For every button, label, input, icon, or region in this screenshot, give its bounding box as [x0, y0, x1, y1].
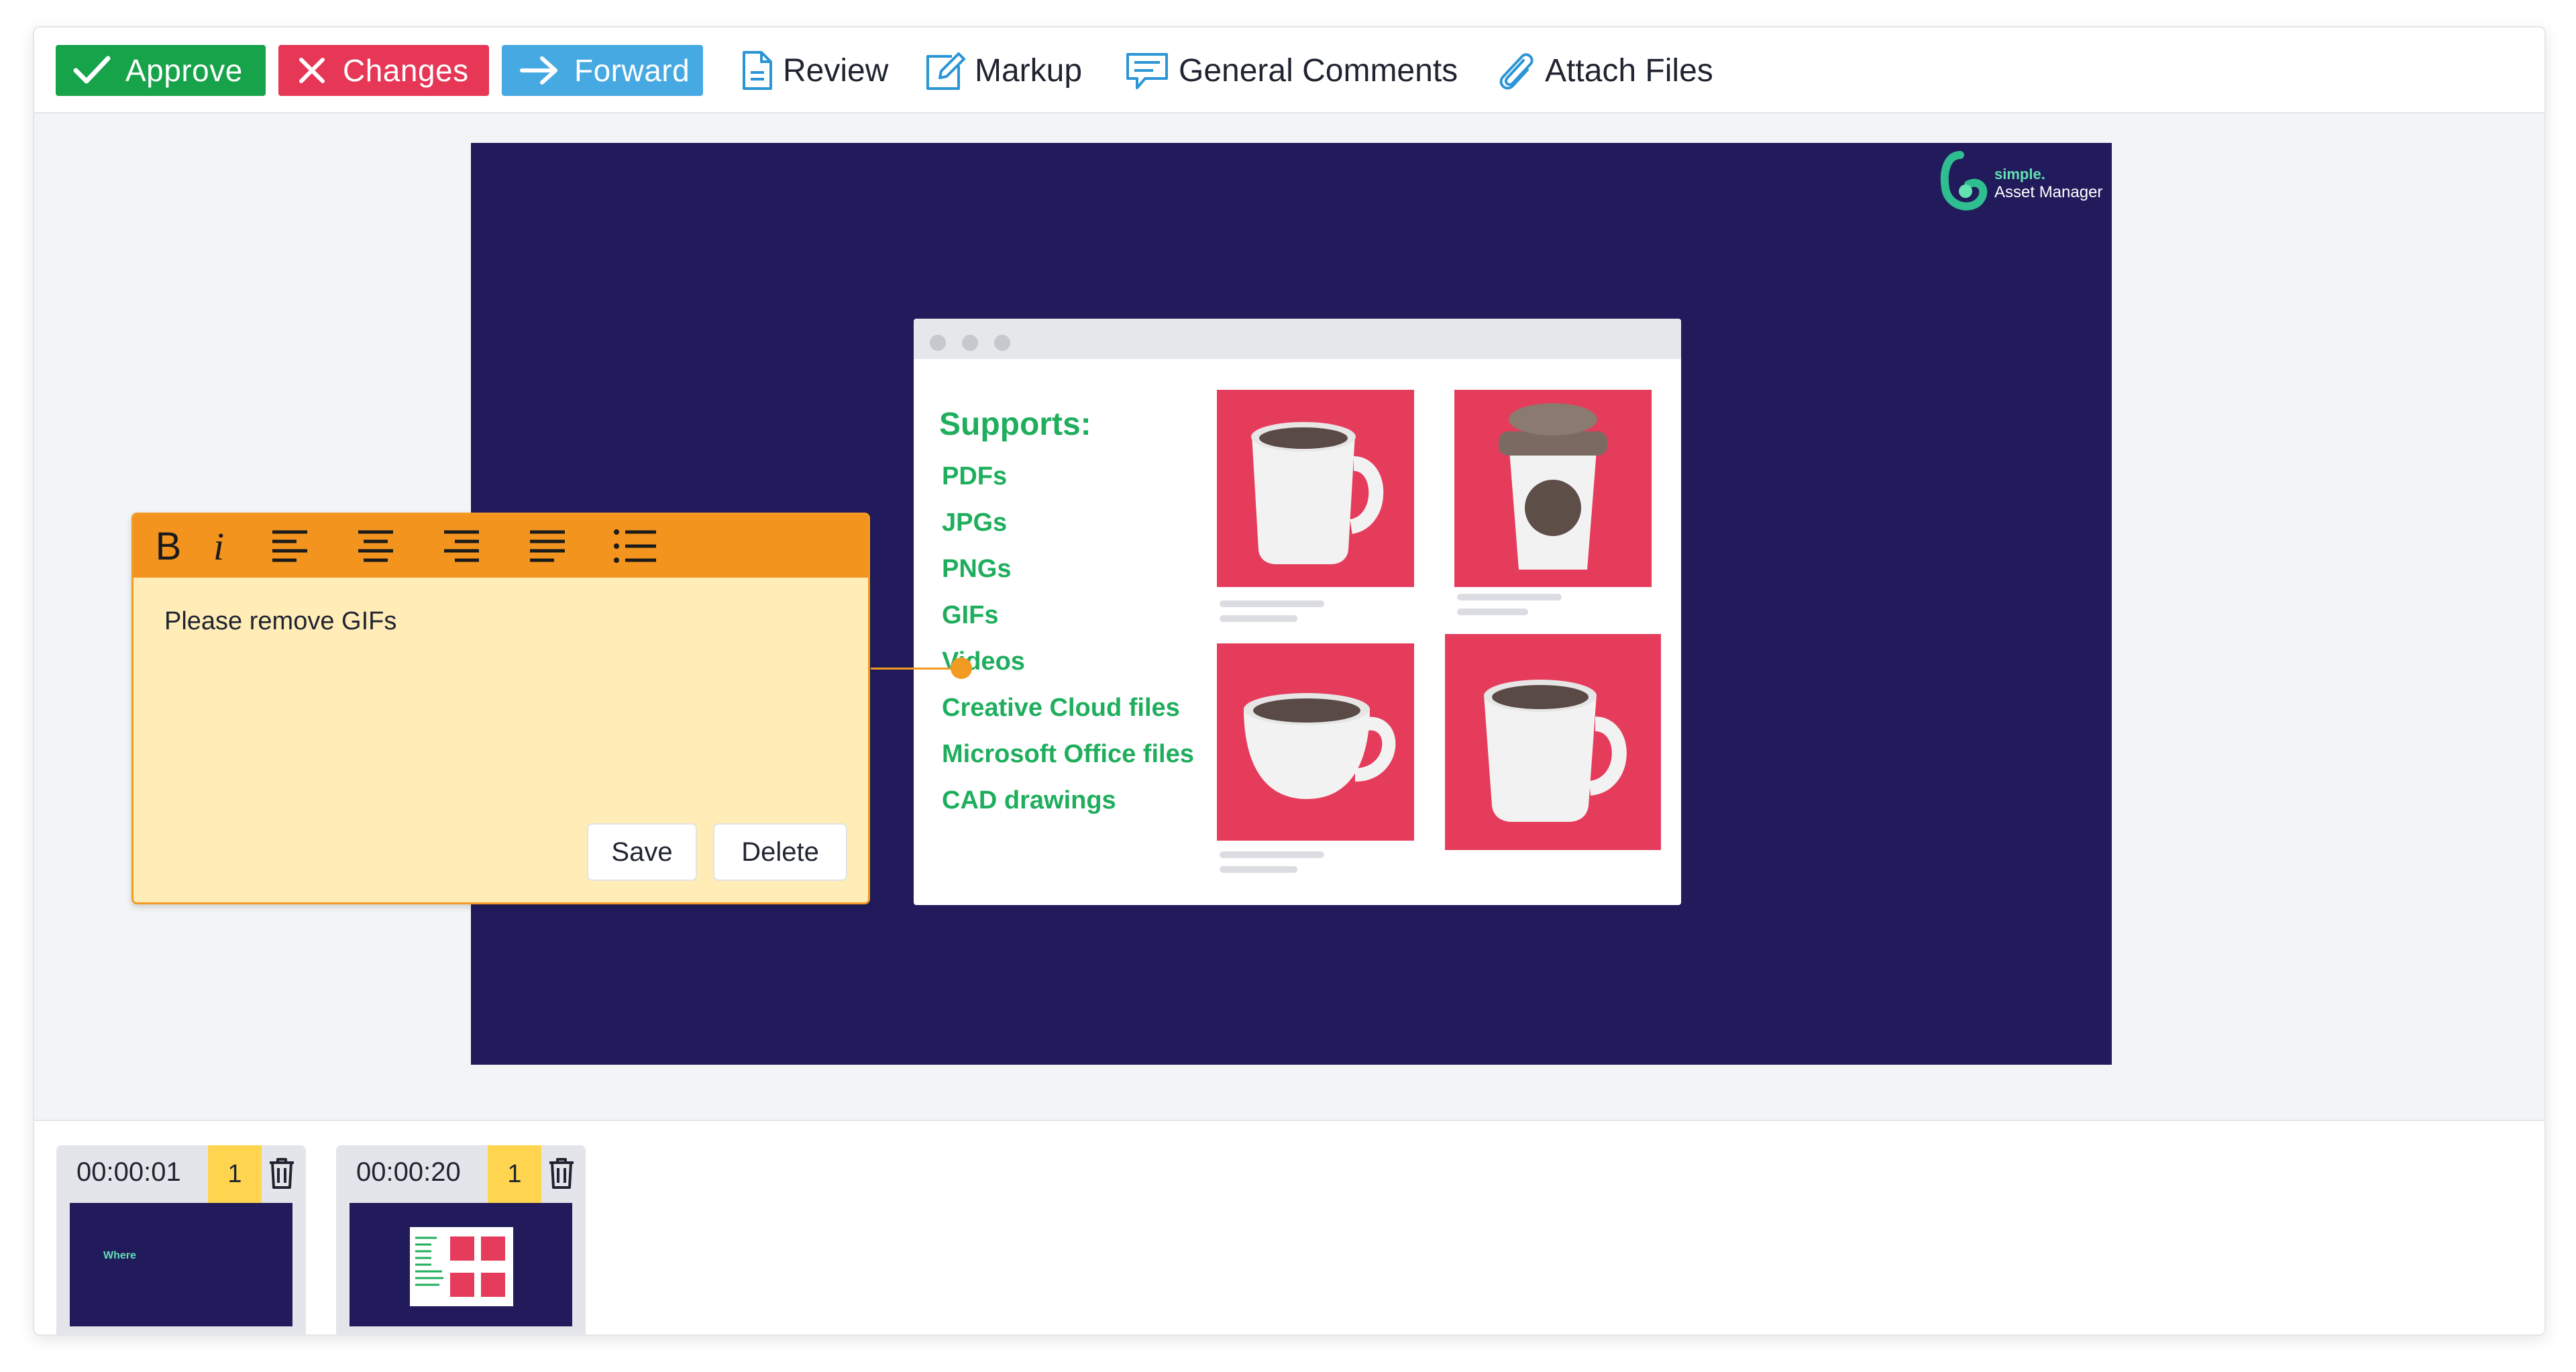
supports-item: PNGs [942, 555, 1012, 583]
window-dot [994, 335, 1010, 351]
supports-item: GIFs [942, 601, 999, 629]
frame-preview: Where [70, 1203, 292, 1326]
logo-simple-text: simple. [1994, 166, 2045, 182]
image-tile [1217, 390, 1414, 587]
review-window: Approve Changes Forward Review Markup Ge… [33, 26, 2546, 1336]
forward-label: Forward [574, 53, 690, 88]
supports-item: Microsoft Office files [942, 740, 1194, 768]
timeline-thumbnail[interactable]: 00:00:01 1 Where [56, 1145, 306, 1334]
supports-item: Creative Cloud files [942, 694, 1180, 722]
supports-title: Supports: [939, 407, 1091, 442]
markup-label: Markup [975, 52, 1083, 89]
delete-marker-button[interactable] [548, 1157, 575, 1193]
browser-mockup: Supports: PDFs JPGs PNGs GIFs Videos Cre… [914, 319, 1681, 905]
coffee-mug-icon [1484, 680, 1627, 822]
close-icon [299, 58, 325, 83]
timestamp: 00:00:01 [76, 1157, 181, 1187]
approve-label: Approve [125, 53, 243, 88]
review-toolbar: Approve Changes Forward Review Markup Ge… [34, 28, 2544, 113]
formatting-toolbar: B i [133, 515, 868, 578]
justify-icon [530, 530, 565, 562]
markup-tab[interactable]: Markup [925, 42, 1082, 99]
comment-count-badge: 1 [208, 1145, 262, 1203]
supports-item: PDFs [942, 462, 1008, 490]
align-right-button[interactable] [439, 524, 484, 568]
delete-button[interactable]: Delete [713, 823, 847, 881]
general-comments-tab[interactable]: General Comments [1125, 42, 1458, 99]
bullet-list-button[interactable] [611, 524, 659, 568]
approve-button[interactable]: Approve [56, 45, 266, 96]
placeholder-line [1220, 615, 1297, 622]
image-tile [1454, 390, 1652, 587]
align-left-icon [272, 530, 307, 562]
align-center-button[interactable] [354, 524, 398, 568]
paperclip-icon [1499, 53, 1534, 90]
placeholder-line [1220, 851, 1324, 858]
comment-text[interactable]: Please remove GIFs [164, 607, 396, 636]
logo-mark-icon [1940, 151, 1988, 211]
pencil-edit-icon [926, 52, 965, 90]
preview-text: Where [103, 1250, 136, 1261]
bullet-list-icon [614, 529, 656, 563]
supports-item: JPGs [942, 509, 1008, 537]
asset-manager-logo: simple. Asset Manager [1933, 146, 2108, 219]
window-dot [930, 335, 946, 351]
frame-preview [350, 1203, 572, 1326]
attach-files-label: Attach Files [1545, 52, 1713, 89]
logo-asset-manager-text: Asset Manager [1994, 183, 2103, 201]
timeline-strip: 00:00:01 1 Where 00:00:20 1 [34, 1120, 2544, 1334]
bold-button[interactable]: B [148, 524, 189, 568]
comment-editor: B i Please remove GIFs Save Delete [131, 513, 870, 904]
align-center-icon [358, 530, 393, 562]
comment-count-badge: 1 [488, 1145, 541, 1203]
checkmark-icon [73, 56, 111, 84]
comment-connector-line [871, 668, 962, 670]
italic-button[interactable]: i [202, 524, 235, 568]
changes-button[interactable]: Changes [278, 45, 489, 96]
document-icon [743, 51, 772, 90]
comment-icon [1126, 53, 1168, 89]
changes-label: Changes [343, 53, 469, 88]
coffee-mug-icon [1251, 422, 1384, 564]
supports-item: CAD drawings [942, 786, 1116, 814]
delete-marker-button[interactable] [268, 1157, 295, 1193]
timeline-thumbnail[interactable]: 00:00:20 1 [336, 1145, 586, 1334]
align-left-button[interactable] [268, 524, 312, 568]
window-dot [962, 335, 978, 351]
placeholder-line [1457, 594, 1562, 600]
align-right-icon [444, 530, 479, 562]
review-label: Review [783, 52, 889, 89]
review-tab[interactable]: Review [741, 42, 888, 99]
arrow-right-icon [520, 56, 557, 85]
placeholder-line [1220, 866, 1297, 873]
image-tile [1445, 634, 1661, 850]
trash-icon [270, 1158, 294, 1189]
general-comments-label: General Comments [1179, 52, 1458, 89]
coffee-cup-icon [1244, 693, 1396, 799]
placeholder-line [1220, 600, 1324, 607]
placeholder-line [1457, 609, 1528, 615]
trash-icon [549, 1158, 574, 1189]
frame-miniature [410, 1227, 513, 1306]
comment-marker-pin[interactable] [951, 657, 972, 679]
browser-title-bar [914, 319, 1681, 359]
timestamp: 00:00:20 [356, 1157, 461, 1187]
justify-button[interactable] [525, 524, 570, 568]
image-tile [1217, 643, 1414, 841]
takeaway-cup-icon [1499, 403, 1607, 570]
save-button[interactable]: Save [587, 823, 697, 881]
forward-button[interactable]: Forward [502, 45, 703, 96]
attach-files-tab[interactable]: Attach Files [1497, 42, 1713, 99]
